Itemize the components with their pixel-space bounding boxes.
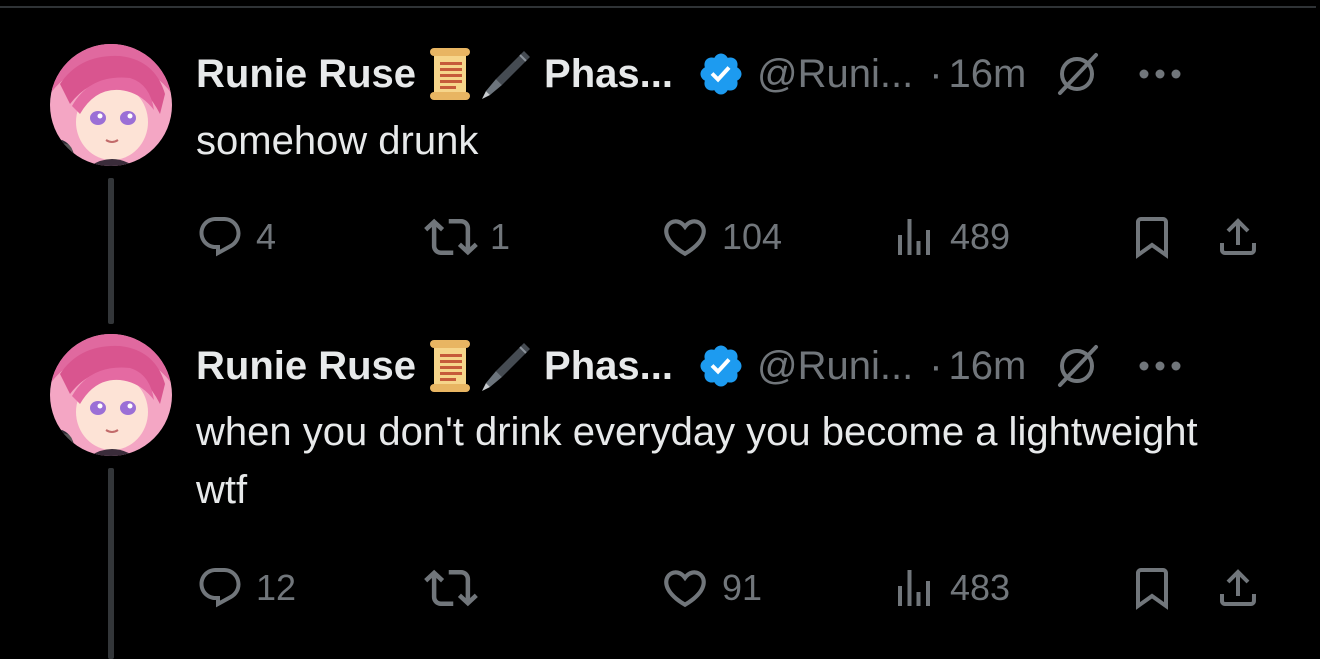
tweet-header: Runie Ruse Phas... @Runi... · 16m: [196, 44, 1182, 104]
fountain-pen-emoji: [480, 47, 534, 101]
tweet-text: when you don't drink everyday you become…: [196, 410, 1198, 512]
share-button[interactable]: [1214, 207, 1262, 267]
separator-dot: ·: [929, 343, 943, 388]
views-icon: [898, 570, 930, 606]
avatar[interactable]: [50, 334, 172, 456]
fountain-pen-emoji: [480, 339, 534, 393]
reply-button[interactable]: 12: [196, 558, 296, 618]
reply-count: 12: [256, 567, 297, 608]
author-name-suffix[interactable]: Phas...: [544, 52, 673, 97]
scroll-emoji: [426, 338, 476, 394]
muted-icon: [1054, 343, 1100, 389]
verified-badge-icon: [697, 342, 745, 390]
muted-icon: [1054, 51, 1100, 97]
reply-icon: [199, 568, 241, 608]
tweet[interactable]: Runie Ruse Phas...: [0, 0, 1320, 330]
bookmark-icon: [1136, 217, 1168, 259]
more-icon[interactable]: [1138, 360, 1182, 372]
views-icon: [898, 219, 930, 255]
reply-count: 4: [256, 216, 277, 257]
timestamp[interactable]: 16m: [949, 52, 1027, 97]
bookmark-button[interactable]: [1128, 558, 1176, 618]
views-count: 483: [950, 567, 1011, 608]
scroll-emoji: [426, 46, 476, 102]
repost-button[interactable]: 1: [424, 207, 510, 267]
action-bar: 12 91 483: [196, 558, 1276, 618]
like-count: 91: [722, 567, 763, 608]
repost-icon: [424, 218, 478, 256]
repost-button[interactable]: [424, 558, 490, 618]
thread-line: [108, 178, 114, 324]
action-bar: 4 1 104 489: [196, 207, 1276, 267]
views-count: 489: [950, 216, 1011, 257]
views-button[interactable]: 489: [890, 207, 1010, 267]
repost-icon: [424, 569, 478, 607]
avatar[interactable]: [50, 44, 172, 166]
reply-icon: [199, 217, 241, 257]
share-button[interactable]: [1214, 558, 1262, 618]
like-count: 104: [722, 216, 783, 257]
heart-icon: [664, 219, 706, 257]
author-handle[interactable]: @Runi...: [757, 52, 913, 97]
separator-dot: ·: [929, 51, 943, 96]
tweet[interactable]: Runie Ruse Phas...: [0, 330, 1320, 659]
heart-icon: [664, 570, 706, 608]
share-icon: [1220, 569, 1256, 606]
author-handle[interactable]: @Runi...: [757, 344, 913, 389]
like-button[interactable]: 104: [660, 207, 782, 267]
author-name[interactable]: Runie Ruse: [196, 344, 416, 389]
author-name-suffix[interactable]: Phas...: [544, 344, 673, 389]
bookmark-button[interactable]: [1128, 207, 1176, 267]
verified-badge-icon: [697, 50, 745, 98]
thread-line: [108, 468, 114, 659]
views-button[interactable]: 483: [890, 558, 1010, 618]
more-icon[interactable]: [1138, 68, 1182, 80]
repost-count: 1: [490, 216, 511, 257]
tweet-text: somehow drunk: [196, 119, 479, 163]
timestamp[interactable]: 16m: [949, 344, 1027, 389]
tweet-header: Runie Ruse Phas... @Runi... · 16m: [196, 336, 1182, 396]
bookmark-icon: [1136, 568, 1168, 610]
reply-button[interactable]: 4: [196, 207, 276, 267]
like-button[interactable]: 91: [660, 558, 762, 618]
author-name[interactable]: Runie Ruse: [196, 52, 416, 97]
share-icon: [1220, 218, 1256, 255]
